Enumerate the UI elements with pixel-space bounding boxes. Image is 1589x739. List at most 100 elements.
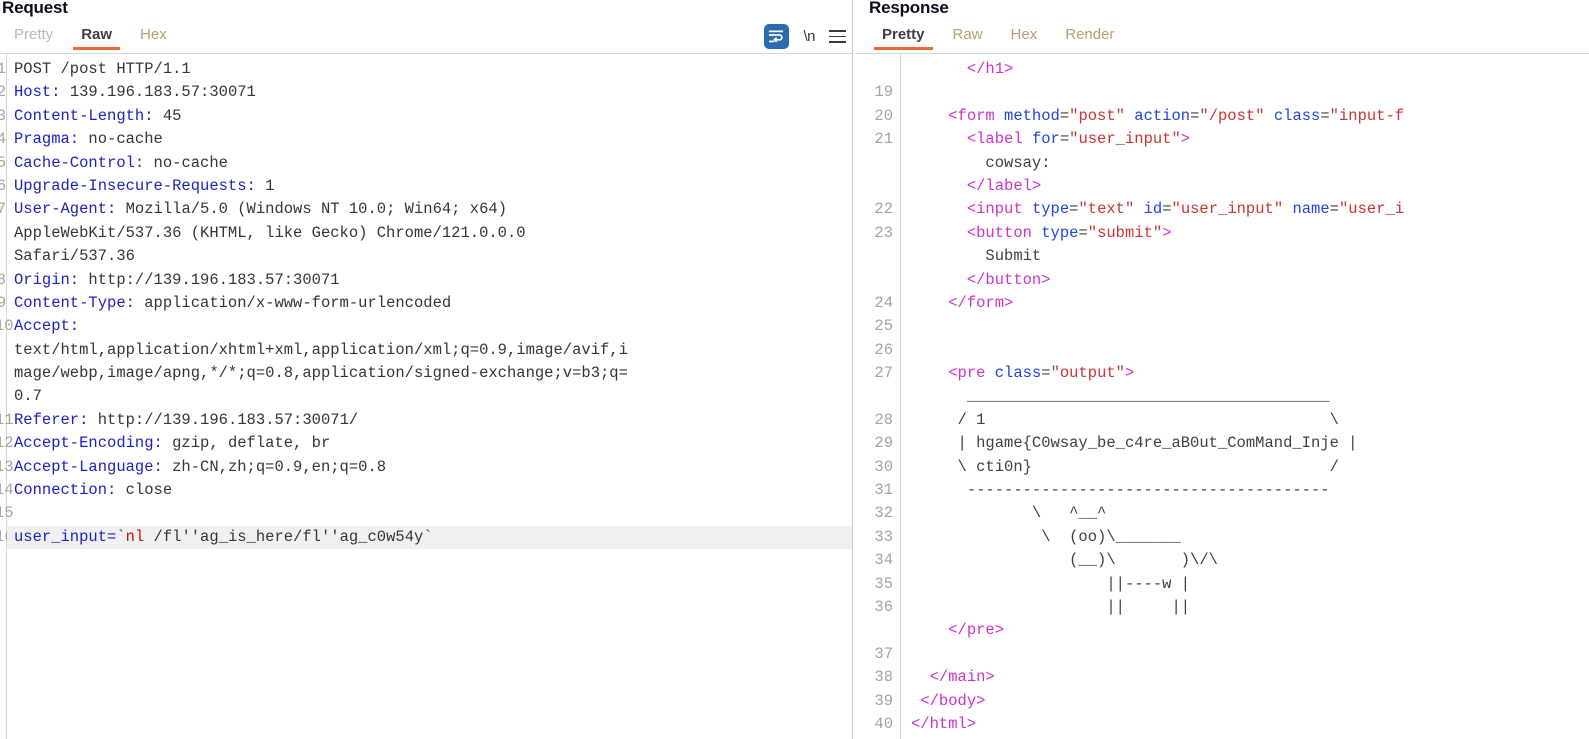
request-body-line[interactable]: user_input=`nl /fl''ag_is_here/fl''ag_c0… — [7, 525, 852, 550]
response-line: <label for="user_input"> — [911, 128, 1589, 151]
code-token: = — [1329, 200, 1339, 219]
line-number: 9 — [0, 293, 6, 312]
response-line: ||----w | — [911, 573, 1589, 596]
code-token: = — [1320, 106, 1330, 125]
request-line: Accept-Encoding: gzip, deflate, br — [14, 432, 852, 455]
request-editor[interactable]: 12345678910111213141516 POST /post HTTP/… — [0, 54, 852, 739]
line-number: 37 — [874, 644, 893, 663]
response-line — [911, 81, 1589, 104]
response-line: \ ^__^ — [911, 502, 1589, 525]
word-wrap-icon[interactable] — [764, 24, 790, 49]
header-name: Referer: — [14, 410, 89, 429]
code-token: </label> — [966, 176, 1042, 195]
code-token: <input — [966, 200, 1032, 219]
code-token: "submit" — [1087, 223, 1163, 242]
request-line: mage/webp,image/apng,*/*;q=0.8,applicati… — [14, 362, 852, 385]
tab-request-hex[interactable]: Hex — [126, 22, 181, 50]
response-editor[interactable]: 19 20 21 22 23 24 25 26 27 28 29 30 31 32 33 34 35 36 37 38… — [855, 54, 1589, 739]
line-number: 12 — [0, 434, 14, 453]
request-line: POST /post HTTP/1.1 — [14, 58, 852, 81]
tab-response-hex[interactable]: Hex — [997, 22, 1052, 50]
header-value: close — [116, 481, 173, 500]
line-number: 36 — [874, 597, 893, 616]
line-number: 27 — [874, 364, 893, 383]
newline-icon[interactable]: \n — [803, 28, 815, 45]
header-name: Connection: — [14, 481, 117, 500]
code-token: Submit — [985, 247, 1042, 266]
code-token: <button — [966, 223, 1042, 242]
line-number: 24 — [874, 293, 893, 312]
response-line: \ (oo)\_______ — [911, 526, 1589, 549]
request-line: AppleWebKit/537.36 (KHTML, like Gecko) C… — [14, 222, 852, 245]
tab-response-render[interactable]: Render — [1051, 22, 1128, 50]
line-number: 5 — [0, 153, 6, 172]
line-number — [855, 245, 893, 268]
response-line: </label> — [911, 175, 1589, 198]
code-token: <label — [966, 130, 1032, 149]
header-value: no-cache — [79, 130, 163, 149]
code-token: / 1 \ — [957, 410, 1339, 429]
request-code[interactable]: POST /post HTTP/1.1 Host: 139.196.183.57:… — [7, 54, 852, 739]
code-token: ||----w | — [957, 574, 1191, 593]
header-value: POST /post HTTP/1.1 — [14, 60, 191, 78]
code-token: "output" — [1050, 364, 1125, 383]
menu-icon[interactable] — [829, 30, 846, 43]
code-token: > — [1180, 130, 1191, 149]
line-number — [0, 222, 6, 245]
header-value: zh-CN,zh;q=0.9,en;q=0.8 — [162, 457, 387, 476]
code-token: "user_input" — [1171, 200, 1284, 219]
line-number: 29 — [874, 434, 893, 453]
header-value: 0.7 — [14, 387, 42, 406]
code-token: = — [1059, 130, 1070, 149]
code-token: <form — [948, 106, 1005, 125]
line-number — [0, 245, 6, 268]
line-number — [855, 619, 893, 642]
response-line: </button> — [911, 269, 1589, 292]
code-token: </button> — [966, 270, 1051, 289]
request-line: Accept-Language: zh-CN,zh;q=0.9,en;q=0.8 — [14, 456, 852, 479]
request-line: Host: 139.196.183.57:30071 — [14, 81, 852, 104]
header-value: mage/webp,image/apng,*/*;q=0.8,applicati… — [14, 364, 628, 383]
line-number: 1 — [0, 60, 6, 78]
code-token: = — [1078, 223, 1088, 242]
code-token: \ (oo)\_______ — [957, 527, 1181, 546]
header-value: 139.196.183.57:30071 — [60, 83, 256, 102]
header-name: Host: — [14, 83, 61, 102]
line-number: 20 — [874, 106, 893, 125]
request-line: Origin: http://139.196.183.57:30071 — [14, 269, 852, 292]
code-token: = — [1059, 106, 1070, 125]
code-token: "input-f — [1329, 106, 1405, 125]
line-number: 6 — [0, 176, 6, 195]
header-name: Pragma: — [14, 130, 80, 149]
request-line: text/html,application/xhtml+xml,applicat… — [14, 339, 852, 362]
tab-request-raw[interactable]: Raw — [67, 22, 126, 50]
header-name: Origin: — [14, 270, 80, 289]
line-number: 21 — [874, 130, 893, 149]
code-token: \ ^__^ — [957, 504, 1107, 523]
line-number: 40 — [874, 714, 893, 733]
tab-request-pretty[interactable]: Pretty — [0, 22, 67, 50]
code-token: type — [1031, 200, 1070, 219]
tab-response-pretty[interactable]: Pretty — [868, 22, 939, 50]
tab-response-raw[interactable]: Raw — [939, 22, 997, 50]
code-token: = — [1190, 106, 1200, 125]
line-number: 31 — [874, 481, 893, 500]
response-line — [911, 339, 1589, 362]
code-token: \ cti0n} / — [957, 457, 1339, 476]
header-value: 1 — [255, 176, 275, 195]
header-value: gzip, deflate, br — [162, 434, 331, 453]
burp-message-editor: Request Pretty Raw Hex \n 1 2 3 4 5 6 7 … — [0, 0, 1589, 739]
code-token: id — [1143, 200, 1163, 219]
header-value: 45 — [153, 106, 182, 125]
response-code[interactable]: </h1> <form method="post" action="/post"… — [901, 54, 1589, 739]
request-line: Safari/537.36 — [14, 245, 852, 268]
header-name: User-Agent: — [14, 200, 117, 219]
